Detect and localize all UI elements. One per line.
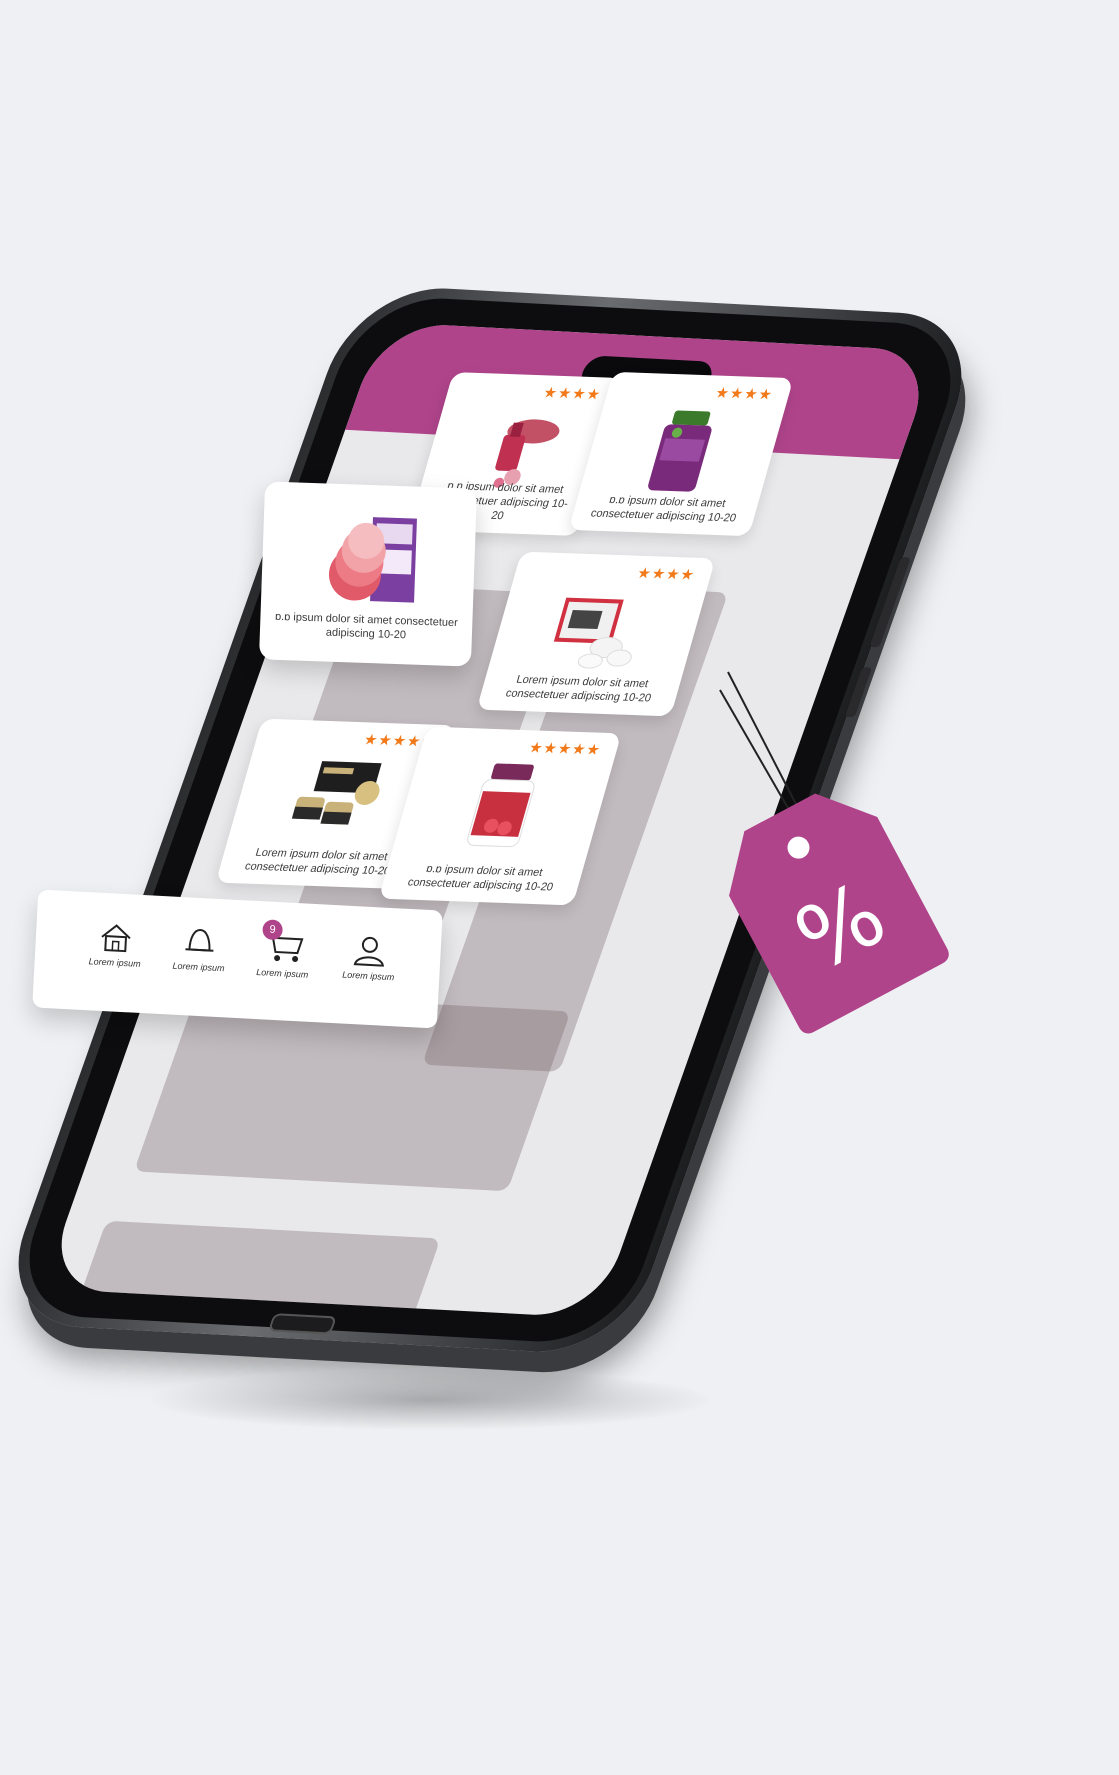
scene: DERMAZONE store ★★★★	[0, 0, 1119, 1775]
tag-string	[719, 671, 801, 816]
